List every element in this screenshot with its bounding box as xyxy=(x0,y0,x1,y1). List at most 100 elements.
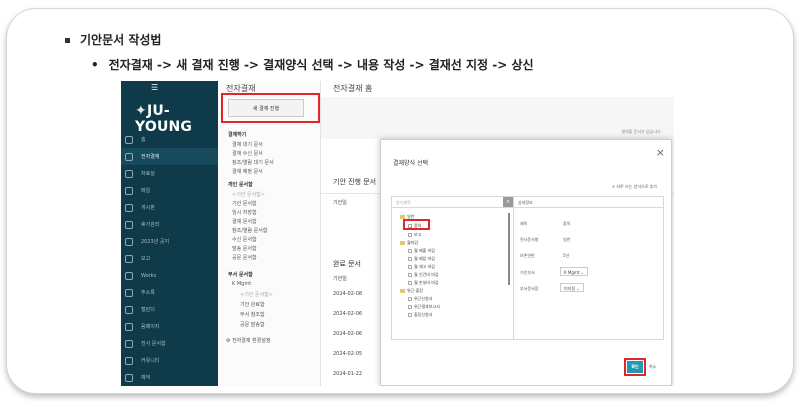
nav-item-mail[interactable]: 메일 xyxy=(121,182,218,199)
panel-item[interactable]: 발송 문서함 xyxy=(232,245,257,252)
chevron-down-icon: ⌄ xyxy=(576,286,580,291)
file-icon xyxy=(408,257,412,261)
panel-item[interactable]: 기안 문서함 xyxy=(232,200,257,207)
highlight-box xyxy=(624,358,646,376)
embedded-screenshot: ☰ ✦JU-YOUNG 홈 전자결재 자료실 메일 게시판 휴가관리 2023년… xyxy=(121,81,674,386)
nav-item-calendar[interactable]: 캘린더 xyxy=(121,301,218,318)
mail-icon xyxy=(125,186,133,195)
panel-item[interactable]: 기안 완료함 xyxy=(240,301,265,308)
square-bullet-icon xyxy=(65,38,70,43)
tree-item[interactable]: 월 인건비 마감 xyxy=(408,272,439,278)
table-row[interactable]: 2024-02-06 xyxy=(333,311,362,317)
nav-item-community[interactable]: 커뮤니티 xyxy=(121,352,218,369)
board-icon xyxy=(125,203,133,212)
table-row[interactable]: 2024-02-05 xyxy=(333,351,362,357)
nav-item-notice[interactable]: 2023년 공지 xyxy=(121,233,218,250)
table-row[interactable]: 2024-02-06 xyxy=(333,331,362,337)
panel-item[interactable]: 결재 대기 문서 xyxy=(232,141,263,148)
file-icon xyxy=(408,233,412,237)
settings-link[interactable]: ⚙ 전자결재 환경설정 xyxy=(226,337,270,344)
table-row[interactable]: 2024-02-08 xyxy=(333,291,362,297)
empty-message: 결재할 문서가 없습니다. xyxy=(621,129,662,134)
nav-item-archive[interactable]: 자료실 xyxy=(121,165,218,182)
panel-item[interactable]: 결재 예정 문서 xyxy=(232,168,263,175)
department-select[interactable]: K Mgmt ⌄ xyxy=(560,267,588,276)
approval-panel: 전자결재 새 결재 진행 결재하기 결재 대기 문서 결재 수신 문서 참조/열… xyxy=(218,81,321,386)
form-tree: 양식제목 ⌕ 일반 품의 보고 월마감 월 매출 마감 월 매입 마감 월 재고… xyxy=(391,196,514,340)
contacts-icon xyxy=(125,288,133,297)
main-title: 전자결재 홈 xyxy=(333,84,373,93)
folder-select[interactable]: 미지정 ⌄ xyxy=(560,283,584,292)
cancel-button[interactable]: 취소 xyxy=(649,364,656,370)
tree-item[interactable]: 보고 xyxy=(408,232,421,238)
file-icon xyxy=(408,281,412,285)
form-select-dialog: 결재양식 선택 × + 자주 쓰는 양식으로 추가 양식제목 ⌕ 일반 품의 보… xyxy=(380,139,672,386)
nav-item-vacation[interactable]: 휴가관리 xyxy=(121,216,218,233)
dialog-title: 결재양식 선택 xyxy=(393,160,429,167)
panel-item[interactable]: 수신 문서함 xyxy=(232,236,257,243)
tree-item[interactable]: 출장신청서 xyxy=(408,312,432,318)
report-icon xyxy=(125,254,133,263)
file-icon xyxy=(408,273,412,277)
panel-item[interactable]: K Mgmt xyxy=(232,281,251,287)
menu-icon[interactable]: ☰ xyxy=(151,83,158,92)
column-header: 기안일 xyxy=(333,200,347,206)
panel-item[interactable]: 임시 저장함 xyxy=(232,209,257,216)
section-heading: 기안문서 작성법 xyxy=(65,31,161,48)
panel-item[interactable]: 부서 참조함 xyxy=(240,311,265,318)
edit-icon xyxy=(125,152,133,161)
slide-card: 기안문서 작성법 • 전자결재 -> 새 결재 진행 -> 결재양식 선택 -> … xyxy=(6,8,794,394)
works-icon xyxy=(125,271,133,280)
nav-item-home[interactable]: 홈 xyxy=(121,131,218,148)
file-icon xyxy=(408,305,412,309)
detail-value: 일반 xyxy=(563,237,571,242)
file-icon xyxy=(408,297,412,301)
panel-item[interactable]: 결재 수신 문서 xyxy=(232,150,263,157)
search-input[interactable]: 양식제목 xyxy=(392,197,513,208)
search-icon[interactable]: ⌕ xyxy=(503,197,513,207)
folder-icon xyxy=(400,241,405,245)
tree-folder[interactable]: 위근.출장 xyxy=(400,288,423,294)
tree-folder[interactable]: 월마감 xyxy=(400,240,418,246)
panel-item[interactable]: 공문 발송함 xyxy=(240,321,265,328)
detail-label: 제목 xyxy=(520,221,528,226)
highlight-box xyxy=(221,93,320,123)
scrollbar[interactable] xyxy=(508,213,510,285)
close-icon[interactable]: × xyxy=(656,146,665,159)
file-icon xyxy=(408,265,412,269)
table-row[interactable]: 2024-01-22 xyxy=(333,371,362,377)
detail-value: 품의 xyxy=(563,221,571,226)
nav-item-contacts[interactable]: 주소록 xyxy=(121,284,218,301)
nav-item-works[interactable]: Works xyxy=(121,267,218,284)
steps-line: • 전자결재 -> 새 결재 진행 -> 결재양식 선택 -> 내용 작성 -> … xyxy=(91,58,534,72)
panel-item[interactable]: 참조/열람 문서함 xyxy=(232,227,267,234)
link-icon xyxy=(125,322,133,331)
panel-item[interactable]: 참조/열람 대기 문서 xyxy=(232,159,274,166)
file-icon xyxy=(408,313,412,317)
tree-item[interactable]: 위근신청서 xyxy=(408,296,432,302)
tree-item[interactable]: 월 손실비 마감 xyxy=(408,280,439,286)
dot-bullet-icon: • xyxy=(91,58,99,72)
nav-item-approval[interactable]: 전자결재 xyxy=(121,148,218,165)
nav-item-homepage[interactable]: 음페이지 xyxy=(121,318,218,335)
detail-label: 전사문서형 xyxy=(520,237,539,242)
nav-item-report[interactable]: 보고 xyxy=(121,250,218,267)
folder-icon xyxy=(400,289,405,293)
tree-item[interactable]: 위근결과보고서 xyxy=(408,304,440,310)
tree-item[interactable]: 월 매출 마감 xyxy=(408,248,435,254)
file-icon xyxy=(408,249,412,253)
left-nav: ☰ ✦JU-YOUNG 홈 전자결재 자료실 메일 게시판 휴가관리 2023년… xyxy=(121,81,218,386)
panel-item[interactable]: 결재 문서함 xyxy=(232,218,257,225)
nav-item-board[interactable]: 게시판 xyxy=(121,199,218,216)
section-in-progress: 기안 진행 문서 xyxy=(333,178,377,186)
tree-item[interactable]: 월 매입 마감 xyxy=(408,256,435,262)
calendar-icon xyxy=(125,305,133,314)
nav-item-company-docs[interactable]: 전사 문서함 xyxy=(121,335,218,352)
nav-item-reservation[interactable]: 예약 xyxy=(121,369,218,386)
tree-item[interactable]: 월 재고 마감 xyxy=(408,264,435,270)
panel-item[interactable]: 공문 문서함 xyxy=(232,254,257,261)
docs-icon xyxy=(125,339,133,348)
group-personal: 개인 문서함 xyxy=(228,182,253,188)
add-favorite-link[interactable]: + 자주 쓰는 양식으로 추가 xyxy=(612,184,657,190)
folder-icon xyxy=(125,169,133,178)
